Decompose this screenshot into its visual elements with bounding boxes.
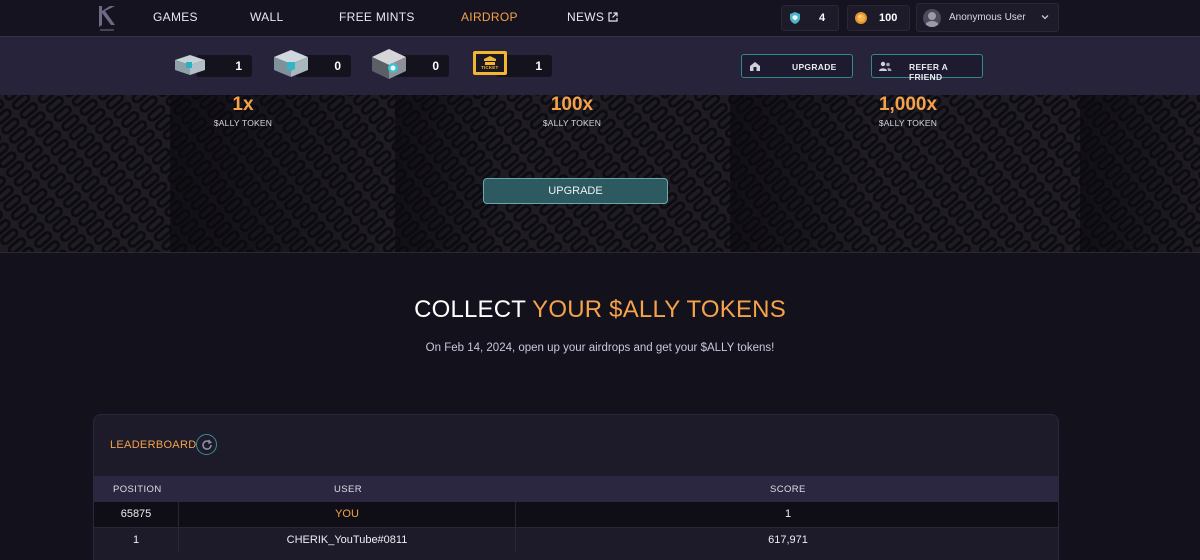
refresh-button[interactable] — [196, 434, 217, 455]
chest-count: 1 — [235, 59, 242, 73]
user-menu[interactable]: Anonymous User — [916, 3, 1059, 32]
upgrade-button[interactable]: UPGRADE — [741, 54, 853, 78]
silver-chest-slot[interactable]: 1 — [172, 48, 254, 78]
header-user: USER — [334, 484, 362, 495]
gems-count: 4 — [819, 12, 826, 24]
multiplier-value: 1,000x — [878, 95, 938, 115]
ticket-count: 1 — [535, 59, 542, 73]
multiplier-label: $ALLY TOKEN — [213, 118, 273, 128]
legendary-chest-slot[interactable]: 0 — [369, 48, 451, 79]
chest-count: 0 — [334, 59, 341, 73]
hero-banner: 1x $ALLY TOKEN 100x $ALLY TOKEN 1,000x $… — [0, 95, 1200, 253]
row-position: 65875 — [94, 502, 179, 527]
chest-count: 0 — [432, 59, 439, 73]
ticket-icon — [473, 51, 507, 75]
large-chest-slot[interactable]: 0 — [271, 48, 353, 78]
inventory-bar: 1 0 0 1 TICKET UPGRADE REFER A FRIEND — [0, 36, 1200, 95]
ticket-slot[interactable]: 1 TICKET — [472, 48, 554, 78]
collect-heading-plain: COLLECT — [414, 296, 526, 323]
multiplier-label: $ALLY TOKEN — [878, 118, 938, 128]
multiplier-tier-2: 100x $ALLY TOKEN — [492, 95, 652, 128]
row-score: 617,971 — [768, 534, 808, 546]
refresh-icon — [202, 439, 213, 450]
row-user[interactable]: CHERIK_YouTube#0811 — [179, 528, 516, 553]
legendary-chest-icon — [372, 49, 406, 79]
leaderboard-panel: LEADERBOARD POSITION USER SCORE 65875 YO… — [93, 414, 1059, 560]
table-header: POSITION USER SCORE — [94, 476, 1058, 502]
ticket-text: TICKET — [481, 65, 499, 70]
hero-upgrade-button[interactable]: UPGRADE — [483, 178, 668, 204]
hero-shade — [395, 95, 505, 252]
header-position: POSITION — [113, 484, 162, 495]
nav-free-mints[interactable]: FREE MINTS — [339, 10, 415, 24]
row-score: 1 — [784, 508, 792, 520]
coins-count: 100 — [879, 12, 898, 24]
header-score: SCORE — [770, 484, 806, 495]
user-name: Anonymous User — [949, 12, 1026, 23]
collect-heading-highlight: YOUR $ALLY TOKENS — [532, 296, 786, 323]
hero-shade — [1080, 95, 1200, 252]
coins-balance[interactable]: 100 — [847, 5, 910, 31]
row-user: YOU — [179, 502, 516, 527]
avatar — [923, 9, 941, 27]
nav-games[interactable]: GAMES — [153, 10, 198, 24]
row-position: 1 — [94, 528, 179, 553]
gem-shield-icon — [790, 12, 800, 24]
house-icon — [750, 62, 760, 71]
multiplier-value: 1x — [232, 95, 254, 115]
silver-chest-icon — [175, 55, 205, 75]
leaderboard-title: LEADERBOARD — [110, 439, 197, 451]
external-link-icon — [608, 12, 618, 22]
top-nav: GAMES WALL FREE MINTS AIRDROP NEWS 4 100… — [0, 0, 1200, 36]
nav-news[interactable]: NEWS — [567, 10, 618, 24]
nav-wall[interactable]: WALL — [250, 10, 283, 24]
table-row: 1 CHERIK_YouTube#0811 617,971 — [94, 527, 1058, 553]
collect-subtitle: On Feb 14, 2024, open up your airdrops a… — [425, 342, 775, 354]
gems-balance[interactable]: 4 — [781, 5, 839, 31]
refer-friend-label: REFER A FRIEND — [909, 62, 948, 82]
users-icon — [879, 61, 892, 71]
logo-icon[interactable] — [96, 3, 118, 33]
nav-airdrop[interactable]: AIRDROP — [461, 10, 518, 24]
table-row-you: 65875 YOU 1 — [94, 502, 1058, 527]
chevron-down-icon — [1041, 15, 1049, 20]
large-chest-icon — [274, 50, 308, 77]
multiplier-tier-3: 1,000x $ALLY TOKEN — [828, 95, 988, 128]
upgrade-label: UPGRADE — [792, 62, 837, 72]
multiplier-value: 100x — [550, 95, 594, 115]
collect-heading: COLLECT YOUR $ALLY TOKENS — [0, 296, 1200, 324]
multiplier-tier-1: 1x $ALLY TOKEN — [163, 95, 323, 128]
coin-icon — [855, 12, 867, 24]
multiplier-label: $ALLY TOKEN — [542, 118, 602, 128]
nav-news-label: NEWS — [567, 10, 605, 24]
refer-friend-button[interactable]: REFER A FRIEND — [871, 54, 983, 82]
